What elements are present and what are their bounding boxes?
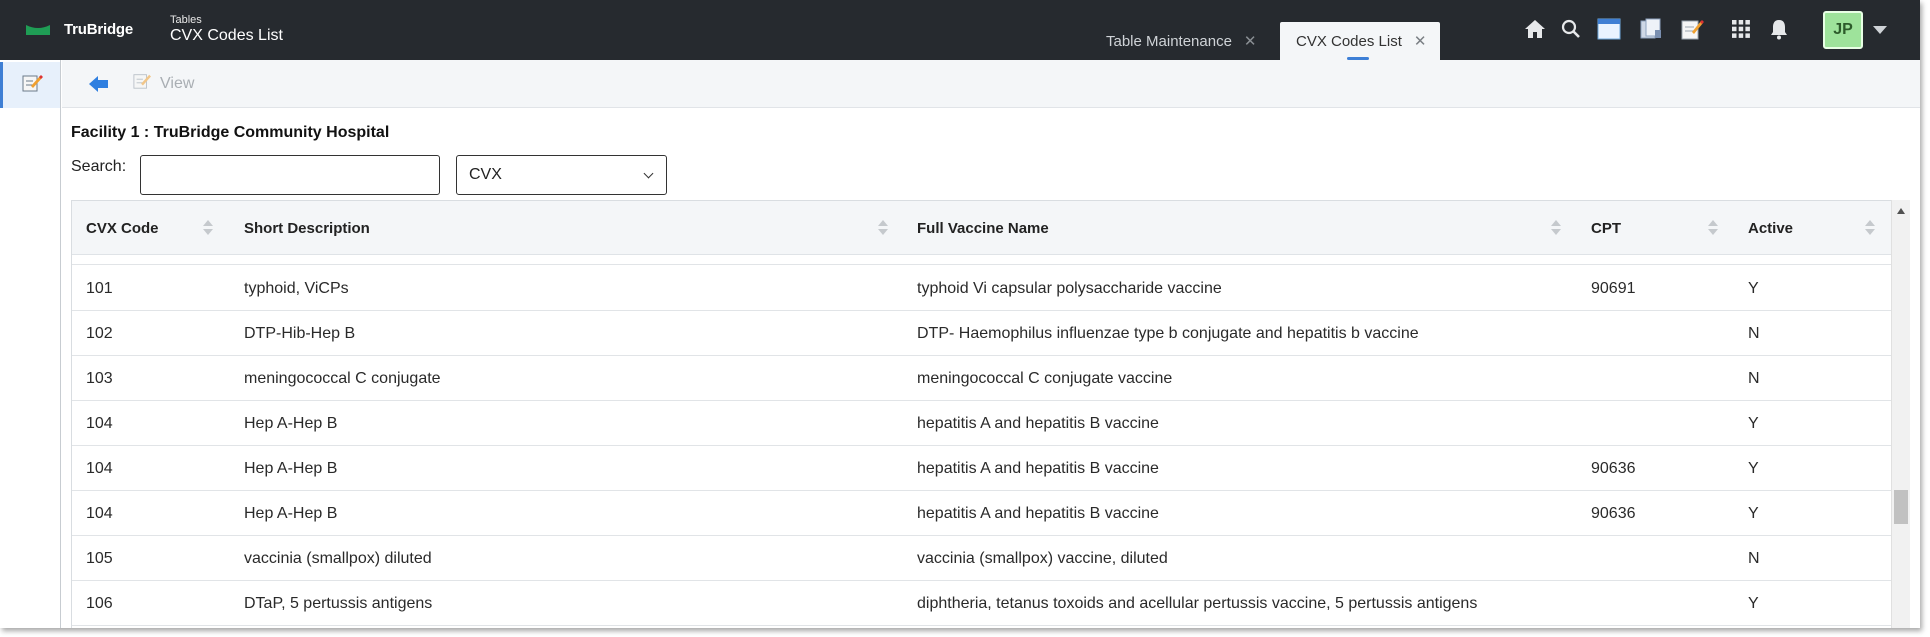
trubridge-logo-icon [26,23,50,37]
cell-cvx-code: 104 [86,459,113,477]
cell-full-vaccine-name: DTP- Haemophilus influenzae type b conju… [917,324,1419,342]
table-row[interactable]: 104 Hep A-Hep B hepatitis A and hepatitis … [72,446,1891,491]
tab-label: Table Maintenance [1106,32,1232,50]
documents-icon[interactable] [1636,14,1666,44]
search-field-select[interactable]: CVX [456,155,667,195]
column-header-cpt[interactable]: CPT [1591,201,1621,255]
cell-active: Y [1748,414,1759,432]
column-header-short-description[interactable]: Short Description [244,201,370,255]
cell-active: N [1748,369,1760,387]
cell-short-description: vaccinia (smallpox) diluted [244,549,432,567]
cell-cpt: 90636 [1591,459,1636,477]
home-icon[interactable] [1520,14,1550,44]
bell-icon[interactable] [1764,14,1794,44]
sort-icon[interactable] [203,220,213,236]
scrollbar-thumb[interactable] [1894,490,1908,524]
table-row[interactable]: 105 vaccinia (smallpox) diluted vaccinia (… [72,536,1891,581]
close-tab-icon[interactable]: ✕ [1244,32,1257,50]
table-row-partial [72,255,1891,265]
cell-active: N [1748,324,1760,342]
cell-short-description: meningococcal C conjugate [244,369,441,387]
window-icon[interactable] [1594,14,1624,44]
cell-full-vaccine-name: hepatitis A and hepatitis B vaccine [917,459,1159,477]
section-label: Tables [170,14,202,26]
cell-cvx-code: 101 [86,279,113,297]
cell-short-description: Hep A-Hep B [244,459,338,477]
tab-table-maintenance[interactable]: Table Maintenance ✕ [1092,22,1262,60]
app-window: TruBridge Tables CVX Codes List Table Ma… [0,0,1920,628]
cell-cvx-code: 104 [86,414,113,432]
table-row[interactable]: 103 meningococcal C conjugate meningococca… [72,356,1891,401]
facility-label: Facility 1 : TruBridge Community Hospita… [71,124,390,141]
brand-logo[interactable]: TruBridge [26,21,133,38]
cell-active: N [1748,549,1760,567]
toolbar: View [62,60,1920,108]
table-row[interactable]: 101 typhoid, ViCPs typhoid Vi capsular pol… [72,266,1891,311]
select-value: CVX [469,166,502,183]
cell-cvx-code: 105 [86,549,113,567]
cvx-codes-table: CVX Code Short Description Full Vaccine … [71,200,1892,628]
page-title: CVX Codes List [170,27,283,44]
cell-short-description: Hep A-Hep B [244,414,338,432]
brand-name: TruBridge [64,21,134,38]
scroll-up-arrow-icon[interactable] [1897,208,1905,214]
chevron-down-icon [643,168,654,179]
table-row[interactable]: 102 DTP-Hib-Hep B DTP- Haemophilus influen… [72,311,1891,356]
cell-cvx-code: 102 [86,324,113,342]
sort-icon[interactable] [1708,220,1718,236]
search-label: Search: [71,158,127,175]
cell-cvx-code: 104 [86,504,113,522]
tab-cvx-codes-list[interactable]: CVX Codes List ✕ [1280,22,1440,60]
search-input[interactable] [140,155,440,195]
user-menu-chevron-down-icon[interactable] [1873,26,1887,34]
cell-short-description: DTP-Hib-Hep B [244,324,356,342]
table-scrollbar[interactable] [1891,200,1910,628]
cell-active: Y [1748,594,1759,612]
table-row[interactable]: 104 Hep A-Hep B hepatitis A and hepatitis … [72,401,1891,446]
top-header: TruBridge Tables CVX Codes List Table Ma… [0,0,1920,60]
tab-label: CVX Codes List [1296,32,1402,50]
cell-full-vaccine-name: hepatitis A and hepatitis B vaccine [917,504,1159,522]
close-tab-icon[interactable]: ✕ [1414,32,1427,50]
rail-item-notes[interactable] [0,62,60,108]
column-header-full-vaccine-name[interactable]: Full Vaccine Name [917,201,1049,255]
sort-icon[interactable] [1865,220,1875,236]
back-arrow-icon[interactable] [88,74,110,94]
cell-full-vaccine-name: meningococcal C conjugate vaccine [917,369,1173,387]
apps-grid-icon[interactable] [1726,14,1756,44]
cell-full-vaccine-name: vaccinia (smallpox) vaccine, diluted [917,549,1168,567]
page-titles: Tables CVX Codes List [170,14,283,46]
cell-short-description: typhoid, ViCPs [244,279,349,297]
cell-short-description: Hep A-Hep B [244,504,338,522]
view-button[interactable]: View [132,72,194,95]
column-header-cvx-code[interactable]: CVX Code [86,201,159,255]
cell-full-vaccine-name: hepatitis A and hepatitis B vaccine [917,414,1159,432]
cell-cvx-code: 103 [86,369,113,387]
sort-icon[interactable] [878,220,888,236]
column-header-active[interactable]: Active [1748,201,1793,255]
table-row[interactable]: 104 Hep A-Hep B hepatitis A and hepatitis … [72,491,1891,536]
cell-active: Y [1748,504,1759,522]
search-icon[interactable] [1556,14,1586,44]
cell-cpt: 90691 [1591,279,1636,297]
notes-icon [132,72,152,95]
table-row[interactable]: 106 DTaP, 5 pertussis antigens diphtheria,… [72,581,1891,626]
notes-icon [21,73,43,98]
cell-cpt: 90636 [1591,504,1636,522]
cell-short-description: DTaP, 5 pertussis antigens [244,594,433,612]
cell-full-vaccine-name: typhoid Vi capsular polysaccharide vacci… [917,279,1222,297]
cell-active: Y [1748,279,1759,297]
table-header: CVX Code Short Description Full Vaccine … [72,201,1891,255]
cell-cvx-code: 106 [86,594,113,612]
view-button-label: View [160,74,195,92]
notes-icon[interactable] [1677,14,1707,44]
cell-active: Y [1748,459,1759,477]
left-rail [0,60,61,628]
user-avatar[interactable]: JP [1823,11,1863,49]
sort-icon[interactable] [1551,220,1561,236]
cell-full-vaccine-name: diphtheria, tetanus toxoids and acellula… [917,594,1478,612]
